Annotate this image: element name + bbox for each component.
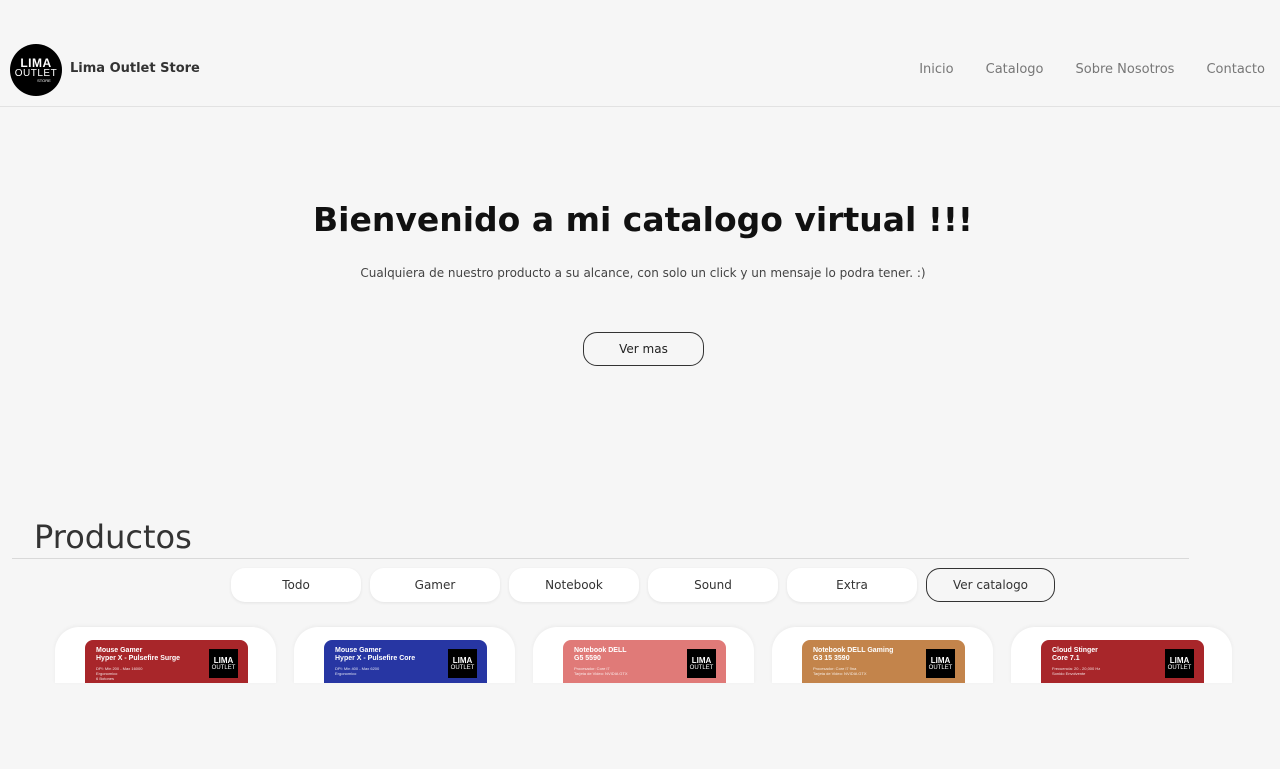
product-card[interactable]: Mouse Gamer Hyper X - Pulsefire Core DPI:… <box>294 627 515 683</box>
mini-logo-line2: OUTLET <box>1167 664 1192 671</box>
filter-bar: Todo Gamer Notebook Sound Extra Ver cata… <box>231 568 1055 602</box>
mini-logo-line1: LIMA <box>691 655 712 665</box>
product-desc: Procesador: Core i7 Tarjeta de Video: NVI… <box>574 666 628 676</box>
product-logo: LIMA OUTLET <box>448 649 477 678</box>
site-header: LIMA OUTLET STORE Lima Outlet Store Inic… <box>0 0 1280 107</box>
product-logo: LIMA OUTLET <box>209 649 238 678</box>
product-image[interactable]: Notebook DELL Gaming G3 15 3590 Procesado… <box>802 640 965 683</box>
nav-catalogo[interactable]: Catalogo <box>986 62 1044 77</box>
logo[interactable]: LIMA OUTLET STORE <box>10 44 62 96</box>
products-title: Productos <box>34 518 192 556</box>
product-title: Notebook DELL Gaming G3 15 3590 <box>813 647 894 662</box>
product-image[interactable]: Mouse Gamer Hyper X - Pulsefire Surge DPI… <box>85 640 248 683</box>
product-image[interactable]: Notebook DELL G5 5590 Procesador: Core i7… <box>563 640 726 683</box>
product-title: Cloud Stinger Core 7.1 <box>1052 647 1098 662</box>
mini-logo-line1: LIMA <box>452 655 473 665</box>
mini-logo-line2: OUTLET <box>211 664 236 671</box>
ver-mas-button[interactable]: Ver mas <box>583 332 704 366</box>
hero-title: Bienvenido a mi catalogo virtual !!! <box>313 200 973 239</box>
mini-logo-line1: LIMA <box>213 655 234 665</box>
main-nav: Inicio Catalogo Sobre Nosotros Contacto <box>919 62 1265 77</box>
product-logo: LIMA OUTLET <box>687 649 716 678</box>
product-cards: Mouse Gamer Hyper X - Pulsefire Surge DPI… <box>55 627 1232 683</box>
filter-notebook[interactable]: Notebook <box>509 568 639 602</box>
product-logo: LIMA OUTLET <box>1165 649 1194 678</box>
product-desc: DPI: Min 400 - Max 6200 Ergonomico <box>335 666 380 676</box>
brand-name[interactable]: Lima Outlet Store <box>70 61 200 76</box>
product-image[interactable]: Cloud Stinger Core 7.1 Frecuencia: 20 - 2… <box>1041 640 1204 683</box>
mini-logo-line1: LIMA <box>1169 655 1190 665</box>
product-logo: LIMA OUTLET <box>926 649 955 678</box>
product-desc: Frecuencia: 20 - 20,000 Hz Sonido Envolve… <box>1052 666 1101 676</box>
logo-line3: STORE <box>37 78 51 83</box>
nav-contacto[interactable]: Contacto <box>1206 62 1265 77</box>
products-divider <box>12 558 1189 559</box>
nav-sobre-nosotros[interactable]: Sobre Nosotros <box>1076 62 1175 77</box>
product-card[interactable]: Notebook DELL G5 5590 Procesador: Core i7… <box>533 627 754 683</box>
filter-sound[interactable]: Sound <box>648 568 778 602</box>
product-card[interactable]: Notebook DELL Gaming G3 15 3590 Procesado… <box>772 627 993 683</box>
product-card[interactable]: Mouse Gamer Hyper X - Pulsefire Surge DPI… <box>55 627 276 683</box>
product-card[interactable]: Cloud Stinger Core 7.1 Frecuencia: 20 - 2… <box>1011 627 1232 683</box>
hero-subtitle: Cualquiera de nuestro producto a su alca… <box>360 266 926 280</box>
product-title: Notebook DELL G5 5590 <box>574 647 627 662</box>
mini-logo-line1: LIMA <box>930 655 951 665</box>
filter-extra[interactable]: Extra <box>787 568 917 602</box>
filter-gamer[interactable]: Gamer <box>370 568 500 602</box>
mini-logo-line2: OUTLET <box>928 664 953 671</box>
mini-logo-line2: OUTLET <box>450 664 475 671</box>
mini-logo-line2: OUTLET <box>689 664 714 671</box>
product-desc: DPI: Min 200 - Max 16000 Ergonomico 6 Boto… <box>96 666 143 681</box>
product-desc: Procesador: Core i7 9na Tarjeta de Video:… <box>813 666 867 676</box>
product-title: Mouse Gamer Hyper X - Pulsefire Surge <box>96 647 181 662</box>
filter-todo[interactable]: Todo <box>231 568 361 602</box>
nav-inicio[interactable]: Inicio <box>919 62 953 77</box>
product-image[interactable]: Mouse Gamer Hyper X - Pulsefire Core DPI:… <box>324 640 487 683</box>
ver-catalogo-button[interactable]: Ver catalogo <box>926 568 1055 602</box>
product-title: Mouse Gamer Hyper X - Pulsefire Core <box>335 647 416 662</box>
